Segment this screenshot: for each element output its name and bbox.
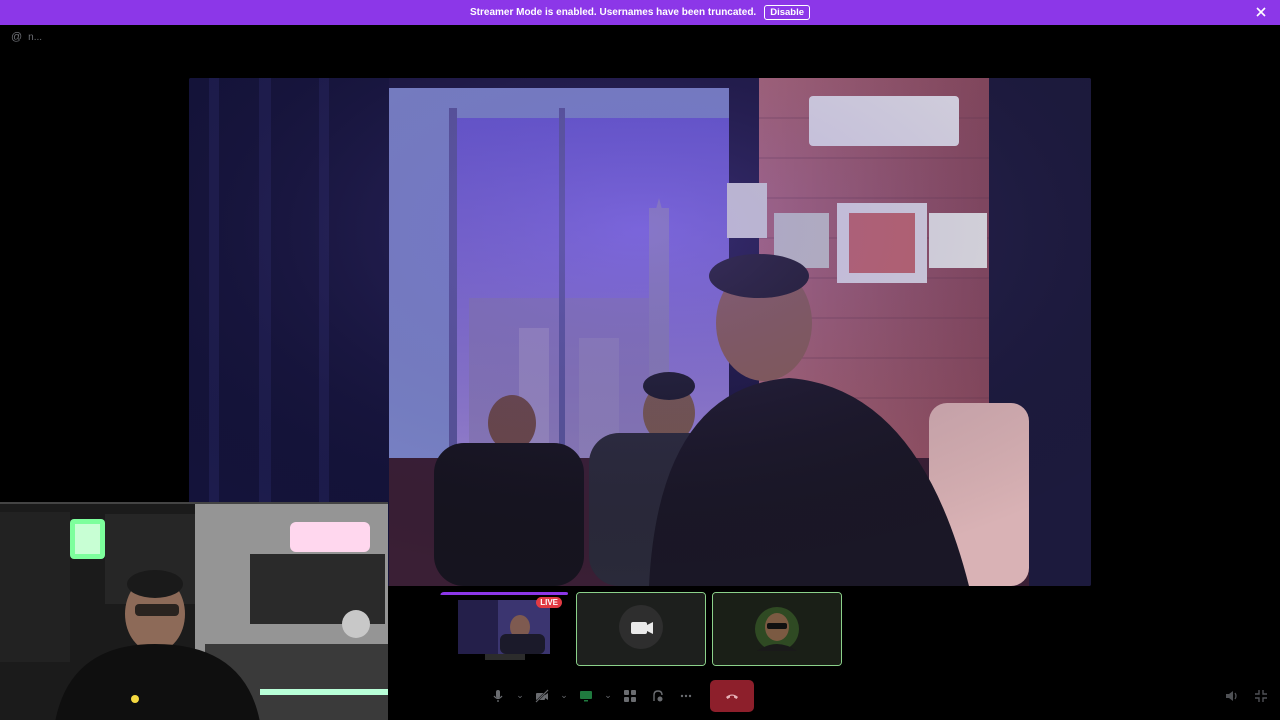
channel-header: @ n...: [11, 31, 42, 43]
participants-strip: LIVE: [440, 592, 842, 666]
fullscreen-exit-icon[interactable]: [1253, 688, 1269, 704]
chevron-down-icon[interactable]: ⌄: [512, 680, 528, 712]
participant-tile[interactable]: [712, 592, 842, 666]
camera-off-icon[interactable]: [528, 680, 556, 712]
close-icon[interactable]: [1254, 5, 1268, 19]
call-controls: ⌄ ⌄ ⌄: [484, 680, 754, 712]
webcam-overlay: [0, 502, 388, 720]
stream-preview-bar: [440, 592, 568, 595]
camera-icon: [577, 593, 705, 665]
soundboard-icon[interactable]: [644, 680, 672, 712]
microphone-icon[interactable]: [484, 680, 512, 712]
participant-tile[interactable]: [576, 592, 706, 666]
more-icon[interactable]: [672, 680, 700, 712]
banner-text: Streamer Mode is enabled. Usernames have…: [469, 7, 757, 18]
chevron-down-icon[interactable]: ⌄: [600, 680, 616, 712]
user-avatar: [713, 593, 841, 665]
streamer-mode-banner: Streamer Mode is enabled. Usernames have…: [0, 0, 1280, 25]
hangup-icon: [726, 694, 738, 699]
channel-name[interactable]: n...: [28, 32, 42, 43]
screen-share-icon[interactable]: [572, 680, 600, 712]
stream-preview-tile[interactable]: LIVE: [440, 592, 570, 666]
hangup-button[interactable]: [710, 680, 754, 712]
webcam-frame: [0, 504, 388, 720]
disable-button[interactable]: Disable: [764, 5, 810, 20]
volume-icon[interactable]: [1224, 688, 1240, 704]
activities-icon[interactable]: [616, 680, 644, 712]
chevron-down-icon[interactable]: ⌄: [556, 680, 572, 712]
at-icon: @: [11, 31, 23, 43]
live-badge: LIVE: [536, 597, 562, 608]
